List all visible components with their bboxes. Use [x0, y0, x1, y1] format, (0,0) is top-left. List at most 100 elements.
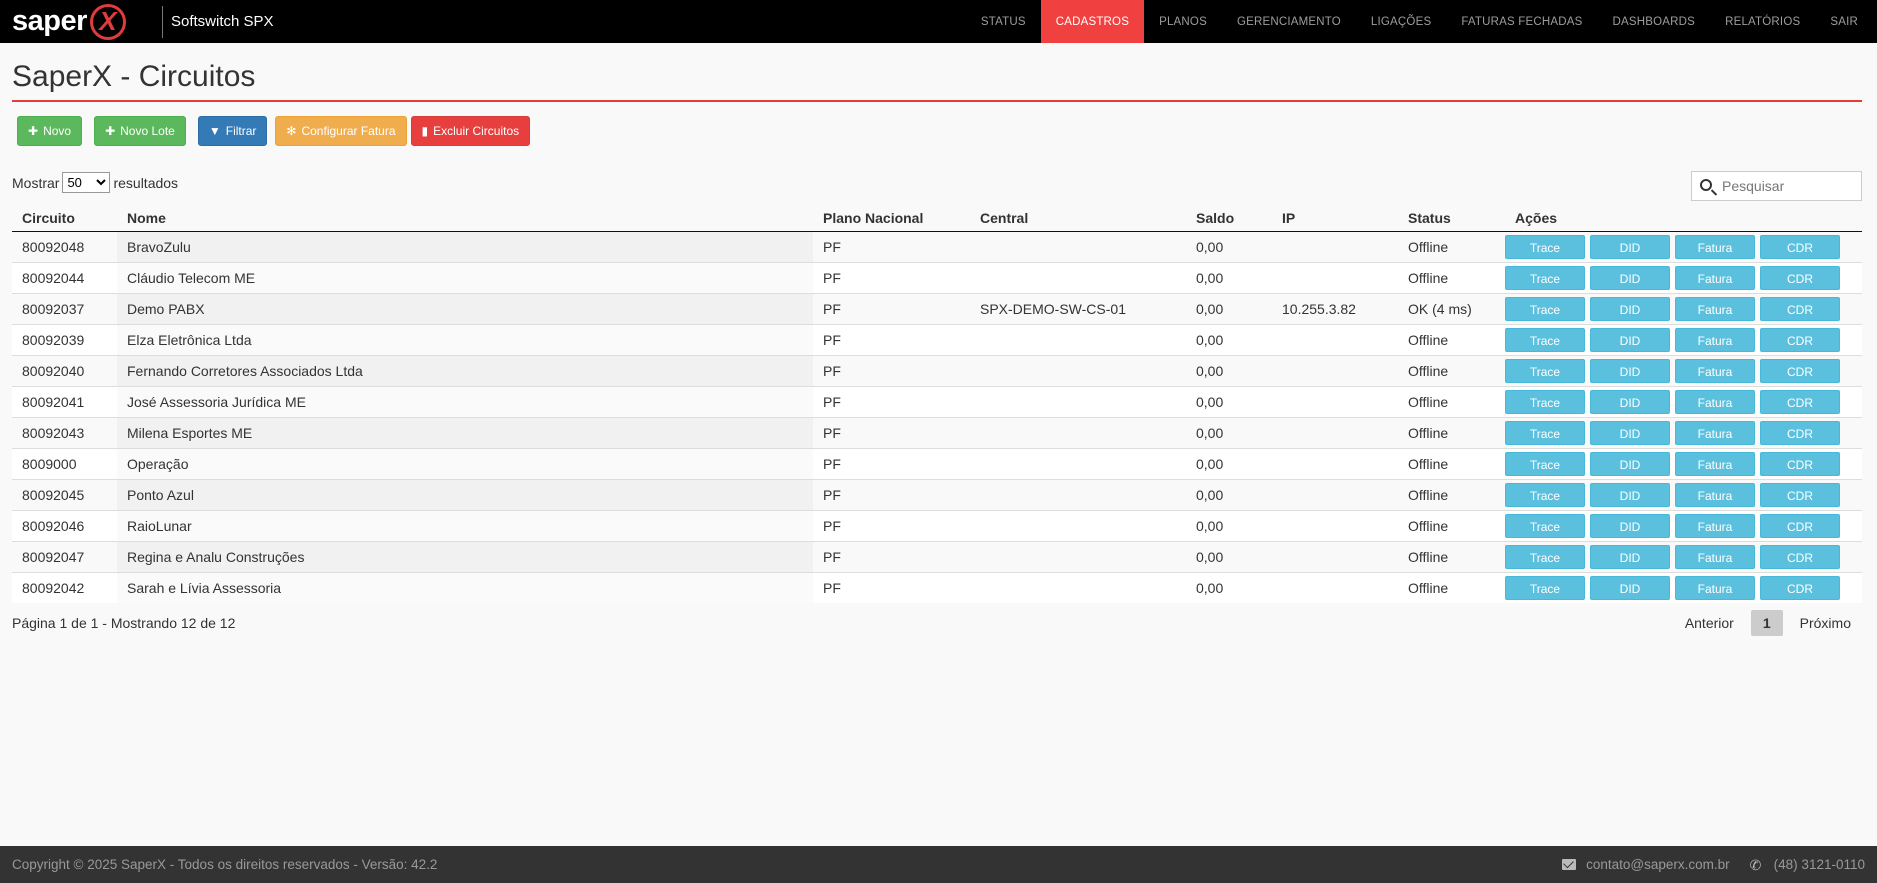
- delete-circuits-button[interactable]: ▮ Excluir Circuitos: [410, 116, 531, 146]
- new-batch-button[interactable]: ✚ Novo Lote: [94, 116, 186, 146]
- cdr-button[interactable]: CDR: [1760, 234, 1840, 259]
- column-header-nome[interactable]: Nome: [117, 206, 813, 232]
- fatura-button[interactable]: Fatura: [1675, 358, 1755, 383]
- table-row[interactable]: 80092047 Regina e Analu Construções PF 0,00…: [12, 540, 1862, 572]
- fatura-button[interactable]: Fatura: [1675, 265, 1755, 290]
- trace-button[interactable]: Trace: [1505, 482, 1585, 507]
- table-row[interactable]: 80092046 RaioLunar PF 0,00 Offline Trace DID Fa…: [12, 509, 1862, 541]
- column-header-circuito[interactable]: Circuito: [12, 206, 117, 232]
- cell-saldo: 0,00: [1186, 261, 1272, 293]
- nav-item-liga-es[interactable]: LIGAÇÕES: [1356, 0, 1446, 43]
- cell-saldo: 0,00: [1186, 540, 1272, 572]
- contact-email[interactable]: contato@saperx.com.br: [1586, 857, 1730, 872]
- nav-item-cadastros[interactable]: CADASTROS: [1040, 0, 1145, 43]
- table-row[interactable]: 80092043 Milena Esportes ME PF 0,00 Offline T…: [12, 416, 1862, 448]
- table-row[interactable]: 80092037 Demo PABX PF SPX-DEMO-SW-CS-01 0,00…: [12, 292, 1862, 324]
- cell-circuito: 80092039: [12, 323, 117, 355]
- table-row[interactable]: 80092040 Fernando Corretores Associados L…: [12, 354, 1862, 386]
- previous-page-button[interactable]: Anterior: [1674, 610, 1745, 636]
- table-row[interactable]: 80092042 Sarah e Lívia Assessoria PF 0,00 Of…: [12, 571, 1862, 603]
- trace-button[interactable]: Trace: [1505, 265, 1585, 290]
- cdr-button[interactable]: CDR: [1760, 296, 1840, 321]
- nav-item-faturas-fechadas[interactable]: FATURAS FECHADAS: [1446, 0, 1597, 43]
- cdr-button[interactable]: CDR: [1760, 327, 1840, 352]
- footer: Copyright © 2025 SaperX - Todos os direi…: [0, 846, 1877, 883]
- did-button[interactable]: DID: [1590, 389, 1670, 414]
- trace-button[interactable]: Trace: [1505, 234, 1585, 259]
- trace-button[interactable]: Trace: [1505, 358, 1585, 383]
- did-button[interactable]: DID: [1590, 544, 1670, 569]
- footer-contacts: contato@saperx.com.br ✆ (48) 3121-0110: [1562, 857, 1865, 872]
- filter-button-label: Filtrar: [225, 124, 257, 138]
- column-header-saldo[interactable]: Saldo: [1186, 206, 1272, 232]
- current-page-button[interactable]: 1: [1750, 610, 1783, 636]
- trace-button[interactable]: Trace: [1505, 451, 1585, 476]
- column-header-ip[interactable]: IP: [1272, 206, 1398, 232]
- did-button[interactable]: DID: [1590, 482, 1670, 507]
- fatura-button[interactable]: Fatura: [1675, 389, 1755, 414]
- cdr-button[interactable]: CDR: [1760, 389, 1840, 414]
- cell-plano: PF: [813, 571, 970, 603]
- fatura-button[interactable]: Fatura: [1675, 513, 1755, 538]
- did-button[interactable]: DID: [1590, 575, 1670, 600]
- cdr-button[interactable]: CDR: [1760, 575, 1840, 600]
- fatura-button[interactable]: Fatura: [1675, 482, 1755, 507]
- configure-invoice-button[interactable]: ✻ Configurar Fatura: [275, 116, 407, 146]
- trace-button[interactable]: Trace: [1505, 513, 1585, 538]
- fatura-button[interactable]: Fatura: [1675, 544, 1755, 569]
- did-button[interactable]: DID: [1590, 234, 1670, 259]
- trace-button[interactable]: Trace: [1505, 544, 1585, 569]
- trace-button[interactable]: Trace: [1505, 420, 1585, 445]
- table-row[interactable]: 80092044 Cláudio Telecom ME PF 0,00 Offline T…: [12, 261, 1862, 293]
- did-button[interactable]: DID: [1590, 358, 1670, 383]
- cell-ip: 10.255.3.82: [1272, 292, 1398, 324]
- cell-saldo: 0,00: [1186, 571, 1272, 603]
- cell-nome: BravoZulu: [117, 230, 813, 262]
- cdr-button[interactable]: CDR: [1760, 420, 1840, 445]
- nav-item-gerenciamento[interactable]: GERENCIAMENTO: [1222, 0, 1356, 43]
- nav-item-status[interactable]: STATUS: [966, 0, 1041, 43]
- column-header-status[interactable]: Status: [1398, 206, 1505, 232]
- table-row[interactable]: 80092041 José Assessoria Jurídica ME PF 0,0…: [12, 385, 1862, 417]
- search-input[interactable]: [1722, 178, 1852, 194]
- did-button[interactable]: DID: [1590, 420, 1670, 445]
- did-button[interactable]: DID: [1590, 296, 1670, 321]
- filter-button[interactable]: ▼ Filtrar: [197, 116, 268, 146]
- table-row[interactable]: 8009000 Operação PF 0,00 Offline Trace DID Fatu…: [12, 447, 1862, 479]
- next-page-button[interactable]: Próximo: [1789, 610, 1862, 636]
- table-row[interactable]: 80092048 BravoZulu PF 0,00 Offline Trace DID Fa…: [12, 230, 1862, 262]
- table-row[interactable]: 80092045 Ponto Azul PF 0,00 Offline Trace DID F…: [12, 478, 1862, 510]
- new-button[interactable]: ✚ Novo: [17, 116, 83, 146]
- did-button[interactable]: DID: [1590, 327, 1670, 352]
- brand-logo[interactable]: saper X: [0, 0, 160, 43]
- cdr-button[interactable]: CDR: [1760, 265, 1840, 290]
- cdr-button[interactable]: CDR: [1760, 451, 1840, 476]
- fatura-button[interactable]: Fatura: [1675, 575, 1755, 600]
- cdr-button[interactable]: CDR: [1760, 358, 1840, 383]
- nav-item-relat-rios[interactable]: RELATÓRIOS: [1710, 0, 1815, 43]
- fatura-button[interactable]: Fatura: [1675, 420, 1755, 445]
- fatura-button[interactable]: Fatura: [1675, 327, 1755, 352]
- did-button[interactable]: DID: [1590, 451, 1670, 476]
- trace-button[interactable]: Trace: [1505, 575, 1585, 600]
- cdr-button[interactable]: CDR: [1760, 544, 1840, 569]
- nav-item-sair[interactable]: SAIR: [1815, 0, 1873, 43]
- did-button[interactable]: DID: [1590, 513, 1670, 538]
- cell-ip: [1272, 385, 1398, 417]
- fatura-button[interactable]: Fatura: [1675, 234, 1755, 259]
- table-row[interactable]: 80092039 Elza Eletrônica Ltda PF 0,00 Offlin…: [12, 323, 1862, 355]
- trace-button[interactable]: Trace: [1505, 389, 1585, 414]
- cell-actions: Trace DID Fatura CDR: [1505, 354, 1862, 386]
- nav-item-dashboards[interactable]: DASHBOARDS: [1598, 0, 1711, 43]
- cdr-button[interactable]: CDR: [1760, 513, 1840, 538]
- trace-button[interactable]: Trace: [1505, 296, 1585, 321]
- did-button[interactable]: DID: [1590, 265, 1670, 290]
- nav-item-planos[interactable]: PLANOS: [1144, 0, 1222, 43]
- page-length-select[interactable]: 50: [62, 172, 111, 193]
- cdr-button[interactable]: CDR: [1760, 482, 1840, 507]
- fatura-button[interactable]: Fatura: [1675, 296, 1755, 321]
- fatura-button[interactable]: Fatura: [1675, 451, 1755, 476]
- trace-button[interactable]: Trace: [1505, 327, 1585, 352]
- column-header-plano-nacional[interactable]: Plano Nacional: [813, 206, 970, 232]
- column-header-central[interactable]: Central: [970, 206, 1186, 232]
